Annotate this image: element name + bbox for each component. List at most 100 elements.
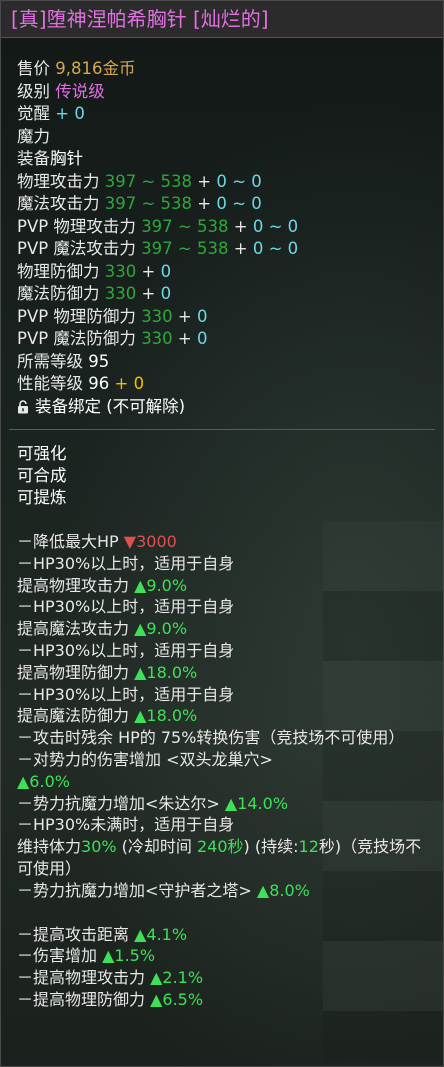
- stat-row: PVP 物理防御力 330 + 0: [17, 306, 443, 329]
- effect-value: ▲6.5%: [150, 989, 204, 1009]
- perf-level-label: 性能等级: [17, 374, 83, 393]
- effect-text: 提高魔法防御力: [17, 706, 135, 726]
- stat-label: 物理攻击力: [17, 171, 100, 191]
- awaken-value: + 0: [55, 104, 85, 123]
- stat-bonus: 0 ~ 0: [252, 239, 299, 258]
- stat-label: PVP 物理攻击力: [17, 216, 136, 236]
- stat-label: 物理防御力: [17, 261, 100, 281]
- stat-row: 魔法防御力 330 + 0: [17, 283, 443, 306]
- effect-text: ) (持续:: [243, 837, 299, 857]
- effect-text: 提高魔法攻击力: [17, 619, 135, 639]
- stat-range: 330: [141, 329, 173, 348]
- effect-value: ▲2.1%: [150, 968, 204, 988]
- stat-row: 魔法攻击力 397 ~ 538 + 0 ~ 0: [17, 193, 443, 216]
- stat-bonus: 0 ~ 0: [252, 216, 299, 236]
- effect-line: －对势力的伤害增加 <双头龙巢穴>: [17, 749, 273, 769]
- price-row: 售价 9,816金币: [17, 58, 443, 81]
- stat-label: 魔法防御力: [17, 284, 100, 303]
- effect-value: ▼3000: [123, 532, 177, 551]
- effect-line: －攻击时残余 HP的 75%转换伤害（竞技场不可使用）: [17, 728, 405, 748]
- stat-label: 魔法攻击力: [17, 194, 100, 213]
- bind-text: 装备绑定 (不可解除): [35, 396, 186, 416]
- effect-value: ▲1.5%: [102, 946, 156, 966]
- price-value: 9,816金币: [55, 59, 136, 78]
- stat-row: PVP 魔法攻击力 397 ~ 538 + 0 ~ 0: [17, 238, 443, 261]
- stat-label: PVP 物理防御力: [17, 306, 136, 326]
- effect-line: －提高物理防御力 ▲6.5%: [17, 989, 437, 1011]
- effect-text: 提高物理攻击力: [17, 575, 135, 595]
- effect-line: 维持体力30% (冷却时间 240秒) (持续:12秒)（竞技场不可使用）: [17, 836, 437, 880]
- stat-plus: +: [228, 216, 253, 236]
- item-tooltip: [真]堕神涅帕希胸针 [灿烂的] 售价 9,816金币 级别 传说级 觉醒 + …: [0, 0, 444, 1067]
- effect-line: －HP30%以上时，适用于自身: [17, 640, 235, 660]
- effect-line: －提高攻击距离 ▲4.1%: [17, 924, 437, 946]
- effect-line: 提高魔法防御力 ▲18.0%: [17, 705, 437, 727]
- stat-bonus: 0: [160, 261, 172, 281]
- effect-text: －势力抗魔力增加<朱达尔>: [17, 793, 225, 813]
- stat-range: 397 ~ 538: [104, 194, 193, 213]
- stat-plus: +: [136, 261, 161, 281]
- stat-bonus: 0: [197, 306, 208, 326]
- effect-text: －提高物理防御力: [17, 989, 151, 1009]
- effect-line: －HP30%以上时，适用于自身: [17, 597, 235, 617]
- effect-line: －降低最大HP ▼3000: [17, 531, 437, 553]
- stat-bonus: 0 ~ 0: [216, 171, 262, 191]
- effect-value: ▲9.0%: [134, 619, 188, 639]
- magic-row: 魔力: [17, 126, 443, 149]
- effect-text: (冷却时间: [116, 837, 197, 857]
- stat-range: 330: [104, 261, 137, 281]
- item-title: [真]堕神涅帕希胸针 [灿烂的]: [1, 1, 443, 38]
- effect-value: ▲6.0%: [17, 771, 70, 791]
- effects-section: －降低最大HP ▼3000 －HP30%以上时，适用于自身 提高物理攻击力 ▲9…: [17, 531, 437, 1011]
- property-item: 可提炼: [17, 488, 67, 507]
- effect-line: －提高物理攻击力 ▲2.1%: [17, 967, 437, 989]
- effect-value: 30%: [81, 837, 117, 857]
- effect-spacer: [17, 902, 437, 924]
- stat-row: PVP 物理攻击力 397 ~ 538 + 0 ~ 0: [17, 216, 443, 239]
- effect-text: －势力抗魔力增加<守护者之塔>: [17, 880, 257, 900]
- grade-value: 传说级: [55, 81, 105, 101]
- effect-value: ▲8.0%: [256, 880, 310, 900]
- effect-text: －伤害增加: [17, 946, 103, 966]
- effect-line: －HP30%以上时，适用于自身: [17, 553, 235, 573]
- property-item: 可强化: [17, 444, 67, 463]
- stat-range: 397 ~ 538: [141, 216, 229, 236]
- stat-plus: +: [192, 194, 217, 213]
- perf-level-bonus: + 0: [114, 374, 145, 393]
- stat-plus: +: [172, 306, 198, 326]
- effect-line: 提高物理防御力 ▲18.0%: [17, 662, 437, 684]
- effect-value: ▲9.0%: [134, 575, 188, 595]
- stat-row: 物理攻击力 397 ~ 538 + 0 ~ 0: [17, 171, 443, 194]
- price-label: 售价: [17, 59, 50, 78]
- stat-label: PVP 魔法防御力: [17, 329, 136, 348]
- awaken-label: 觉醒: [17, 104, 50, 123]
- perf-level-value: 96: [88, 374, 110, 393]
- effect-value: 240秒: [197, 837, 244, 857]
- section-divider: [9, 429, 435, 430]
- effect-line: 提高魔法攻击力 ▲9.0%: [17, 618, 437, 640]
- perf-level-row: 性能等级 96 + 0: [17, 373, 443, 396]
- effect-line: －HP30%未满时，适用于自身: [17, 815, 235, 835]
- effect-value: ▲18.0%: [134, 662, 198, 682]
- effect-value: ▲4.1%: [134, 924, 188, 944]
- required-level-value: 95: [88, 351, 110, 371]
- equip-value: 胸针: [50, 149, 83, 168]
- stat-range: 397 ~ 538: [141, 239, 229, 258]
- effect-value: ▲18.0%: [134, 706, 198, 726]
- stat-row: PVP 魔法防御力 330 + 0: [17, 328, 443, 351]
- stat-label: PVP 魔法攻击力: [17, 239, 136, 258]
- effect-line: －势力抗魔力增加<守护者之塔> ▲8.0%: [17, 880, 437, 902]
- required-level-label: 所需等级: [17, 351, 83, 371]
- stat-row: 物理防御力 330 + 0: [17, 261, 443, 284]
- effect-text: －降低最大HP: [17, 532, 124, 551]
- equip-label: 装备: [17, 149, 50, 168]
- stat-bonus: 0: [197, 329, 208, 348]
- required-level-row: 所需等级 95: [17, 351, 443, 374]
- awaken-row: 觉醒 + 0: [17, 103, 443, 126]
- effect-text: －提高攻击距离: [17, 924, 135, 944]
- effect-value: ▲14.0%: [224, 793, 289, 813]
- basic-info-section: 售价 9,816金币 级别 传说级 觉醒 + 0 魔力 装备胸针 物理攻击力 3…: [1, 38, 443, 418]
- lock-icon: [18, 399, 28, 413]
- stat-range: 330: [104, 284, 137, 303]
- magic-label: 魔力: [17, 126, 50, 146]
